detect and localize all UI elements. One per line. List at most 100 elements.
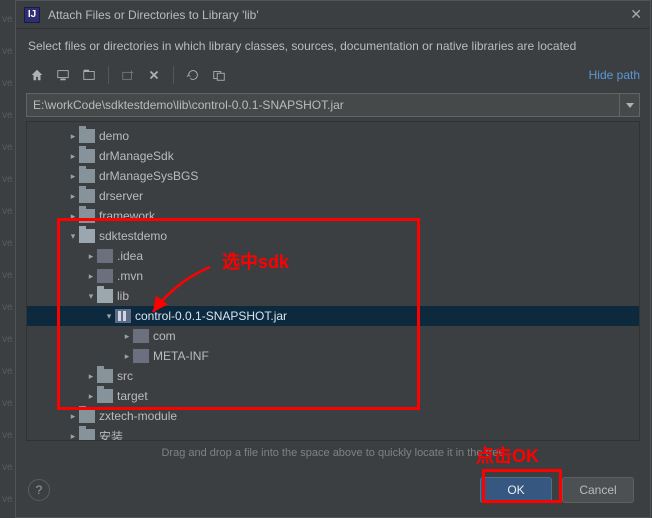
chevron-right-icon[interactable]: ▸: [85, 391, 97, 402]
home-icon[interactable]: [26, 64, 48, 86]
project-icon[interactable]: [78, 64, 100, 86]
gutter-mark: ve: [2, 206, 13, 217]
refresh-icon[interactable]: [182, 64, 204, 86]
folder-icon: [79, 129, 95, 143]
gutter-mark: ve: [2, 398, 13, 409]
tree-item-label: zxtech-module: [99, 409, 177, 423]
tree-row[interactable]: ▾ control-0.0.1-SNAPSHOT.jar: [27, 306, 639, 326]
gutter-mark: ve: [2, 494, 13, 505]
chevron-down-icon[interactable]: ▾: [103, 311, 115, 322]
tree-row[interactable]: ▸ demo: [27, 126, 639, 146]
help-icon[interactable]: ?: [28, 479, 50, 501]
tree-row[interactable]: ▸ target: [27, 386, 639, 406]
chevron-right-icon[interactable]: ▸: [67, 151, 79, 162]
tree-row[interactable]: ▸ src: [27, 366, 639, 386]
close-icon[interactable]: ✕: [630, 6, 642, 23]
module-icon: [133, 349, 149, 363]
tree-item-label: sdktestdemo: [99, 229, 167, 243]
tree-row[interactable]: ▸ com: [27, 326, 639, 346]
editor-gutter: veveveveveveveveveveveveveveveve: [0, 0, 15, 518]
tree-row[interactable]: ▸ zxtech-module: [27, 406, 639, 426]
ok-button-label: OK: [507, 483, 524, 497]
gutter-mark: ve: [2, 142, 13, 153]
gutter-mark: ve: [2, 238, 13, 249]
tree-row[interactable]: ▸ 安装: [27, 426, 639, 441]
tree-row[interactable]: ▸drserver: [27, 186, 639, 206]
path-input[interactable]: [26, 93, 620, 117]
folder-open-icon: [79, 229, 95, 243]
jar-icon: [115, 309, 131, 323]
tree-row[interactable]: ▸ drManageSysBGS: [27, 166, 639, 186]
tree-item-label: com: [153, 329, 176, 343]
module-icon: [97, 249, 113, 263]
tree-item-label: META-INF: [153, 349, 209, 363]
toolbar-separator: [173, 66, 174, 84]
module-icon: [133, 329, 149, 343]
tree-item-label: .mvn: [117, 269, 143, 283]
gutter-mark: ve: [2, 462, 13, 473]
chevron-right-icon[interactable]: ▸: [121, 351, 133, 362]
path-dropdown-icon[interactable]: [620, 93, 640, 117]
show-hidden-icon[interactable]: [208, 64, 230, 86]
tree-row[interactable]: ▾lib: [27, 286, 639, 306]
attach-files-dialog: IJ Attach Files or Directories to Librar…: [15, 0, 651, 518]
folder-open-icon: [97, 289, 113, 303]
folder-icon: [79, 169, 95, 183]
chevron-right-icon[interactable]: ▸: [67, 191, 79, 202]
gutter-mark: ve: [2, 334, 13, 345]
chevron-right-icon[interactable]: ▸: [67, 171, 79, 182]
folder-icon: [79, 189, 95, 203]
tree-item-label: target: [117, 389, 148, 403]
tree-row[interactable]: ▸ META-INF: [27, 346, 639, 366]
chevron-right-icon[interactable]: ▸: [67, 131, 79, 142]
path-row: [26, 93, 640, 117]
chevron-right-icon[interactable]: ▸: [121, 331, 133, 342]
tree-item-label: drManageSysBGS: [99, 169, 198, 183]
titlebar: IJ Attach Files or Directories to Librar…: [16, 1, 650, 29]
hide-path-link[interactable]: Hide path: [589, 68, 640, 82]
dialog-title: Attach Files or Directories to Library '…: [48, 8, 622, 22]
tree-row[interactable]: ▾ sdktestdemo: [27, 226, 639, 246]
ok-button[interactable]: OK: [480, 477, 552, 503]
cancel-button[interactable]: Cancel: [562, 477, 634, 503]
tree-row[interactable]: ▸ framework: [27, 206, 639, 226]
chevron-down-icon[interactable]: ▾: [67, 231, 79, 242]
tree-item-label: 安装: [99, 428, 123, 442]
desktop-icon[interactable]: [52, 64, 74, 86]
chevron-right-icon[interactable]: ▸: [85, 251, 97, 262]
delete-icon[interactable]: [143, 64, 165, 86]
tree-row[interactable]: ▸ .mvn: [27, 266, 639, 286]
module-icon: [97, 269, 113, 283]
app-icon: IJ: [24, 7, 40, 23]
chevron-right-icon[interactable]: ▸: [85, 371, 97, 382]
chevron-right-icon[interactable]: ▸: [67, 431, 79, 442]
tree-item-label: framework: [99, 209, 155, 223]
drag-hint: Drag and drop a file into the space abov…: [16, 441, 650, 469]
button-row: ? OK Cancel: [16, 469, 650, 517]
gutter-mark: ve: [2, 78, 13, 89]
tree-row[interactable]: ▸drManageSdk: [27, 146, 639, 166]
folder-icon: [79, 409, 95, 423]
tree-item-label: src: [117, 369, 133, 383]
toolbar: Hide path: [16, 61, 650, 89]
gutter-mark: ve: [2, 270, 13, 281]
cancel-button-label: Cancel: [579, 483, 616, 497]
file-tree[interactable]: ▸demo▸drManageSdk▸drManageSysBGS▸drserve…: [26, 121, 640, 441]
gutter-mark: ve: [2, 302, 13, 313]
folder-icon: [79, 429, 95, 441]
gutter-mark: ve: [2, 46, 13, 57]
gutter-mark: ve: [2, 14, 13, 25]
tree-item-label: demo: [99, 129, 129, 143]
chevron-down-icon[interactable]: ▾: [85, 291, 97, 302]
gutter-mark: ve: [2, 366, 13, 377]
chevron-right-icon[interactable]: ▸: [85, 271, 97, 282]
new-folder-icon[interactable]: [117, 64, 139, 86]
folder-icon: [97, 389, 113, 403]
tree-row[interactable]: ▸.idea: [27, 246, 639, 266]
chevron-right-icon[interactable]: ▸: [67, 411, 79, 422]
chevron-right-icon[interactable]: ▸: [67, 211, 79, 222]
toolbar-separator: [108, 66, 109, 84]
tree-item-label: control-0.0.1-SNAPSHOT.jar: [135, 309, 287, 323]
folder-icon: [79, 149, 95, 163]
instruction-text: Select files or directories in which lib…: [16, 29, 650, 61]
